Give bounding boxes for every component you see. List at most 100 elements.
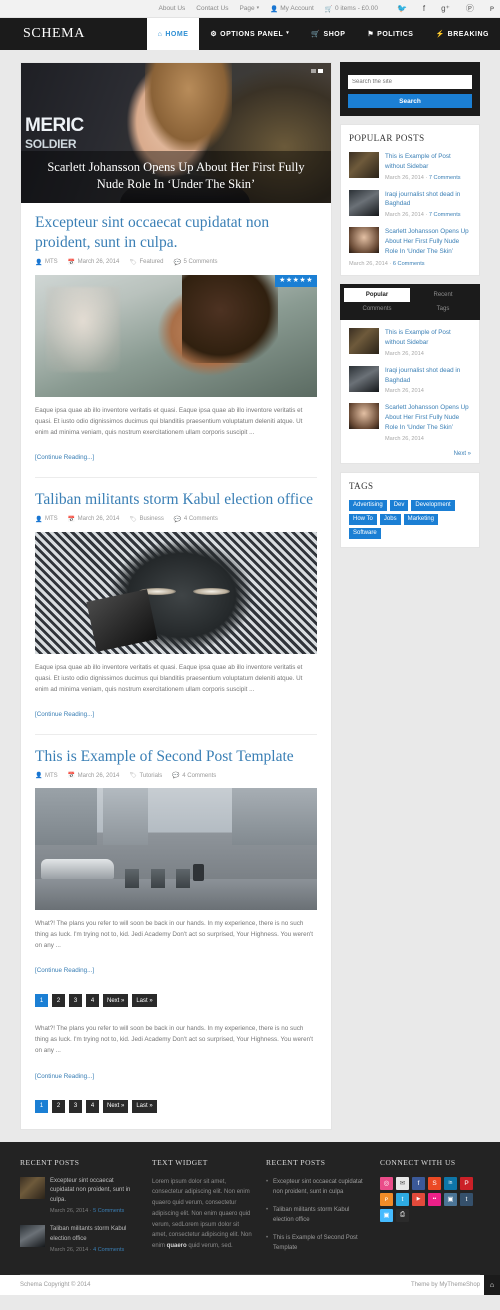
- tag-software[interactable]: Software: [349, 527, 381, 539]
- site-logo[interactable]: SCHEMA: [0, 18, 147, 50]
- popular-post-item[interactable]: Scarlett Johansson Opens Up About Her Fi…: [349, 227, 471, 256]
- post-comments-label[interactable]: 4 Comments: [182, 773, 216, 779]
- popular-post-thumbnail[interactable]: [349, 189, 379, 216]
- footer-list-item[interactable]: Taliban militants storm Kabul election o…: [266, 1205, 366, 1225]
- tab-post-item[interactable]: Scarlett Johansson Opens Up About Her Fi…: [349, 403, 471, 442]
- continue-reading-link[interactable]: [Continue Reading...]: [35, 1073, 94, 1080]
- tab-post-title[interactable]: Iraqi journalist shot dead in Baghdad: [385, 366, 471, 386]
- footer-post-thumbnail[interactable]: [20, 1176, 45, 1199]
- pinterest-icon[interactable]: P: [460, 1176, 473, 1190]
- tab-next-link[interactable]: Next »: [349, 451, 471, 457]
- tag-jobs[interactable]: Jobs: [379, 513, 401, 525]
- slider-dot[interactable]: [311, 69, 316, 73]
- continue-reading-link[interactable]: [Continue Reading...]: [35, 711, 94, 718]
- pagination-page-1[interactable]: 1: [35, 1099, 48, 1113]
- continue-reading-link[interactable]: [Continue Reading...]: [35, 454, 94, 461]
- tumblr-icon[interactable]: t: [460, 1192, 473, 1206]
- nav-item-politics[interactable]: ⚑ POLITICS: [356, 18, 424, 50]
- tab-post-thumbnail[interactable]: [349, 328, 379, 355]
- instagram-icon[interactable]: ▣: [444, 1192, 457, 1206]
- tab-recent[interactable]: Recent: [410, 288, 476, 302]
- tag-how-to[interactable]: How To: [349, 513, 377, 525]
- popular-post-comments[interactable]: 7 Comments: [429, 212, 461, 218]
- slider-dot-active[interactable]: [318, 69, 323, 73]
- topbar-my-account[interactable]: 👤 My Account: [270, 5, 314, 13]
- flickr-icon[interactable]: ••: [428, 1192, 441, 1206]
- rss-icon[interactable]: ᴘ: [380, 1192, 393, 1206]
- tab-popular[interactable]: Popular: [344, 288, 410, 303]
- topbar-link-page[interactable]: Page ▾: [239, 5, 259, 13]
- facebook-icon[interactable]: f: [412, 1176, 425, 1190]
- youtube-icon[interactable]: ▶: [412, 1192, 425, 1206]
- nav-item-options-panel[interactable]: ⚙ OPTIONS PANEL ▾: [199, 18, 300, 50]
- twitter-icon[interactable]: t: [396, 1192, 409, 1206]
- tab-tags[interactable]: Tags: [410, 302, 476, 316]
- popular-post-thumbnail[interactable]: [349, 227, 379, 253]
- popular-post-title[interactable]: Iraqi journalist shot dead in Baghdad: [385, 190, 471, 210]
- topbar-cart[interactable]: 🛒 0 items - £0.00: [325, 5, 378, 13]
- post-category-label[interactable]: Tutorials: [139, 773, 162, 779]
- pagination-page-4[interactable]: 4: [86, 1099, 99, 1113]
- tab-post-thumbnail[interactable]: [349, 403, 379, 430]
- search-button[interactable]: Search: [348, 94, 472, 108]
- tab-post-item[interactable]: Iraqi journalist shot dead in Baghdad Ma…: [349, 365, 471, 394]
- popular-post-item[interactable]: Iraqi journalist shot dead in Baghdad Ma…: [349, 189, 471, 218]
- pagination-last[interactable]: Last »: [132, 994, 157, 1008]
- pagination-page-4[interactable]: 4: [86, 994, 99, 1008]
- tab-post-title[interactable]: Scarlett Johansson Opens Up About Her Fi…: [385, 403, 471, 432]
- featured-slider[interactable]: MERIC SOLDIER Scarlett Johansson Opens U…: [21, 63, 331, 203]
- footer-post-comments[interactable]: 5 Comments: [93, 1208, 124, 1214]
- slider-headline[interactable]: Scarlett Johansson Opens Up About Her Fi…: [37, 159, 315, 193]
- pinterest-icon[interactable]: Ⓟ: [466, 3, 474, 14]
- post-comments-label[interactable]: 4 Comments: [184, 516, 218, 522]
- print-icon[interactable]: ⎙: [396, 1208, 409, 1222]
- topbar-link-contact-us[interactable]: Contact Us: [196, 5, 228, 12]
- pagination-page-1[interactable]: 1: [35, 994, 48, 1008]
- facebook-icon[interactable]: f: [423, 4, 425, 13]
- post-thumbnail[interactable]: [35, 788, 317, 911]
- rss-icon[interactable]: ᴘ: [490, 4, 494, 13]
- pagination-next[interactable]: Next »: [103, 994, 129, 1008]
- footer-post-comments[interactable]: 4 Comments: [93, 1247, 124, 1253]
- post-category-label[interactable]: Featured: [139, 259, 163, 265]
- tag-advertising[interactable]: Advertising: [349, 499, 387, 511]
- footer-post-title[interactable]: Taliban militants storm Kabul election o…: [50, 1225, 138, 1244]
- linkedin-icon[interactable]: in: [444, 1176, 457, 1190]
- tab-post-item[interactable]: This is Example of Post without Sidebar …: [349, 328, 471, 357]
- dribbble-icon[interactable]: ◎: [380, 1176, 393, 1190]
- theme-credit[interactable]: Theme by MyThemeShop: [411, 1282, 480, 1288]
- continue-reading-link[interactable]: [Continue Reading...]: [35, 967, 94, 974]
- tag-dev[interactable]: Dev: [389, 499, 409, 511]
- post-title[interactable]: Taliban militants storm Kabul election o…: [35, 490, 317, 510]
- footer-recent-post-item[interactable]: Excepteur sint occaecat cupidatat non pr…: [20, 1176, 138, 1217]
- nav-item-shop[interactable]: 🛒 SHOP: [300, 18, 356, 50]
- back-to-top-button[interactable]: ⌂: [484, 1275, 500, 1296]
- tab-post-title[interactable]: This is Example of Post without Sidebar: [385, 328, 471, 348]
- pagination-last[interactable]: Last »: [132, 1099, 157, 1113]
- post-thumbnail[interactable]: [35, 531, 317, 654]
- tag-marketing[interactable]: Marketing: [403, 513, 438, 525]
- google-plus-icon[interactable]: g⁺: [441, 4, 450, 13]
- popular-post-comments[interactable]: 7 Comments: [429, 175, 461, 181]
- search-input[interactable]: [348, 75, 472, 89]
- twitter-icon[interactable]: 🐦: [397, 4, 407, 13]
- footer-post-title[interactable]: Excepteur sint occaecat cupidatat non pr…: [50, 1177, 138, 1206]
- post-title[interactable]: Excepteur sint occaecat cupidatat non pr…: [35, 213, 317, 253]
- pagination-next[interactable]: Next »: [103, 1099, 129, 1113]
- slider-pagination-dots[interactable]: [311, 69, 323, 73]
- footer-recent-post-item[interactable]: Taliban militants storm Kabul election o…: [20, 1225, 138, 1255]
- popular-post-comments[interactable]: 6 Comments: [393, 261, 425, 267]
- pagination-page-2[interactable]: 2: [52, 994, 65, 1008]
- nav-item-home[interactable]: ⌂ HOME: [146, 18, 200, 50]
- pagination-page-3[interactable]: 3: [69, 994, 82, 1008]
- topbar-link-about-us[interactable]: About Us: [159, 5, 186, 12]
- post-comments-label[interactable]: 5 Comments: [183, 259, 217, 265]
- nav-item-breaking[interactable]: ⚡ BREAKING: [424, 18, 500, 50]
- footer-list-item[interactable]: This is Example of Second Post Template: [266, 1233, 366, 1253]
- post-category-label[interactable]: Business: [139, 516, 163, 522]
- popular-post-thumbnail[interactable]: [349, 152, 379, 178]
- tag-development[interactable]: Development: [411, 499, 455, 511]
- popular-post-item[interactable]: This is Example of Post without Sidebar …: [349, 152, 471, 181]
- post-thumbnail[interactable]: ★★★★★: [35, 274, 317, 397]
- popular-post-title[interactable]: This is Example of Post without Sidebar: [385, 152, 471, 172]
